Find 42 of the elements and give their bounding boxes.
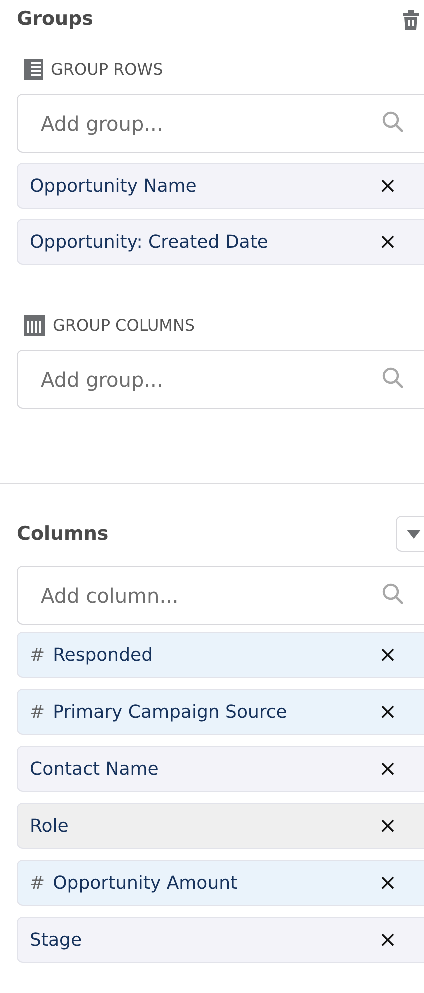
dropdown-button[interactable]	[396, 516, 424, 552]
pill-label: Role	[30, 816, 70, 836]
pill-label: Contact Name	[30, 758, 160, 780]
columns-icon	[24, 314, 45, 336]
column-pill[interactable]: # Responded ×	[17, 632, 424, 678]
remove-button[interactable]: ×	[370, 230, 406, 254]
number-symbol: #	[30, 872, 46, 894]
section-label: GROUP COLUMNS	[53, 316, 196, 334]
pill-label: Opportunity Name	[30, 176, 198, 196]
remove-button[interactable]: ×	[370, 870, 406, 896]
remove-button[interactable]: ×	[370, 756, 406, 782]
pill-label: Opportunity Amount	[53, 872, 239, 894]
search-field[interactable]: Add group...	[17, 350, 424, 409]
pill-label: Stage	[30, 930, 84, 950]
column-pill[interactable]: Stage ×	[17, 917, 424, 963]
column-pill[interactable]: # Primary Campaign Source ×	[17, 689, 424, 735]
section-title: Columns	[17, 523, 109, 545]
pill-label: Responded	[53, 644, 154, 666]
remove-button[interactable]: ×	[370, 700, 406, 724]
trash-icon[interactable]	[403, 10, 419, 30]
pill-label: Opportunity: Created Date	[30, 232, 270, 252]
search-icon	[382, 111, 404, 133]
column-pill[interactable]: Role ×	[17, 803, 424, 849]
field-pill[interactable]: Opportunity Name ×	[17, 163, 424, 209]
remove-button[interactable]: ×	[370, 928, 406, 952]
caret-icon	[407, 530, 421, 538]
number-symbol: #	[30, 702, 46, 722]
pill-label: Primary Campaign Source	[53, 702, 288, 722]
remove-button[interactable]: ×	[370, 814, 406, 838]
search-icon	[382, 367, 404, 389]
remove-button[interactable]: ×	[370, 642, 406, 668]
column-pill[interactable]: Contact Name ×	[17, 746, 424, 792]
search-field[interactable]: Add column...	[17, 566, 424, 625]
section-label: GROUP ROWS	[51, 60, 164, 78]
search-field[interactable]: Add group...	[17, 94, 424, 153]
field-pill[interactable]: Opportunity: Created Date ×	[17, 219, 424, 265]
column-pill[interactable]: # Opportunity Amount ×	[17, 860, 424, 906]
rows-icon	[24, 58, 43, 80]
section-title: Groups	[17, 8, 94, 30]
search-icon	[382, 583, 404, 605]
number-symbol: #	[30, 644, 46, 666]
remove-button[interactable]: ×	[370, 174, 406, 198]
